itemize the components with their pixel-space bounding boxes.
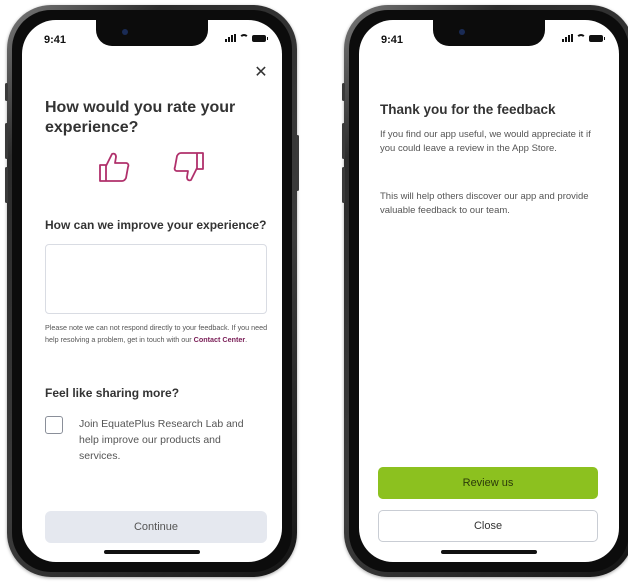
status-time: 9:41 xyxy=(381,34,404,46)
continue-button[interactable]: Continue xyxy=(45,511,267,543)
rating-title: How would you rate your experience? xyxy=(45,99,236,136)
battery-icon xyxy=(252,34,268,42)
signal-icon xyxy=(562,34,573,42)
close-icon[interactable]: ✕ xyxy=(252,64,270,82)
feedback-textarea[interactable] xyxy=(45,244,267,314)
volume-down-button xyxy=(5,167,8,203)
phone-frame-right: 9:41 Thank you for the feedback If you f… xyxy=(342,5,628,577)
signal-icon xyxy=(225,34,236,42)
improve-heading: How can we improve your experience? xyxy=(45,218,267,232)
volume-down-button xyxy=(342,167,345,203)
close-button[interactable]: Close xyxy=(378,510,598,542)
camera-icon xyxy=(459,29,465,35)
phone-frame-left: 9:41 ✕ How would you rate your experienc… xyxy=(5,5,299,577)
review-us-button[interactable]: Review us xyxy=(378,467,598,499)
home-indicator[interactable] xyxy=(104,550,200,554)
review-request-text: If you find our app useful, we would app… xyxy=(380,129,591,154)
home-indicator[interactable] xyxy=(441,550,537,554)
thank-you-screen: 9:41 Thank you for the feedback If you f… xyxy=(359,20,619,562)
research-lab-label[interactable]: Join EquatePlus Research Lab and help im… xyxy=(79,416,259,464)
thumbs-up-icon[interactable] xyxy=(97,150,131,184)
contact-center-link[interactable]: Contact Center xyxy=(194,335,246,344)
mute-switch xyxy=(342,83,345,101)
sharing-heading: Feel like sharing more? xyxy=(45,386,180,400)
feedback-note: Please note we can not respond directly … xyxy=(45,322,271,346)
research-lab-checkbox[interactable] xyxy=(45,416,63,434)
review-benefit-text: This will help others discover our app a… xyxy=(380,191,589,216)
mute-switch xyxy=(5,83,8,101)
wifi-icon xyxy=(576,34,586,42)
thumbs-down-icon[interactable] xyxy=(172,150,206,184)
feedback-screen: 9:41 ✕ How would you rate your experienc… xyxy=(22,20,282,562)
status-icons xyxy=(225,34,268,42)
notch xyxy=(433,20,545,46)
volume-up-button xyxy=(342,123,345,159)
wifi-icon xyxy=(239,34,249,42)
status-time: 9:41 xyxy=(44,34,67,46)
phone-bezel: 9:41 ✕ How would you rate your experienc… xyxy=(12,10,292,572)
volume-up-button xyxy=(5,123,8,159)
camera-icon xyxy=(122,29,128,35)
note-end: . xyxy=(245,335,248,344)
status-icons xyxy=(562,34,605,42)
power-button xyxy=(296,135,299,191)
thank-you-title: Thank you for the feedback xyxy=(380,102,556,117)
battery-icon xyxy=(589,34,605,42)
phone-bezel: 9:41 Thank you for the feedback If you f… xyxy=(349,10,628,572)
notch xyxy=(96,20,208,46)
